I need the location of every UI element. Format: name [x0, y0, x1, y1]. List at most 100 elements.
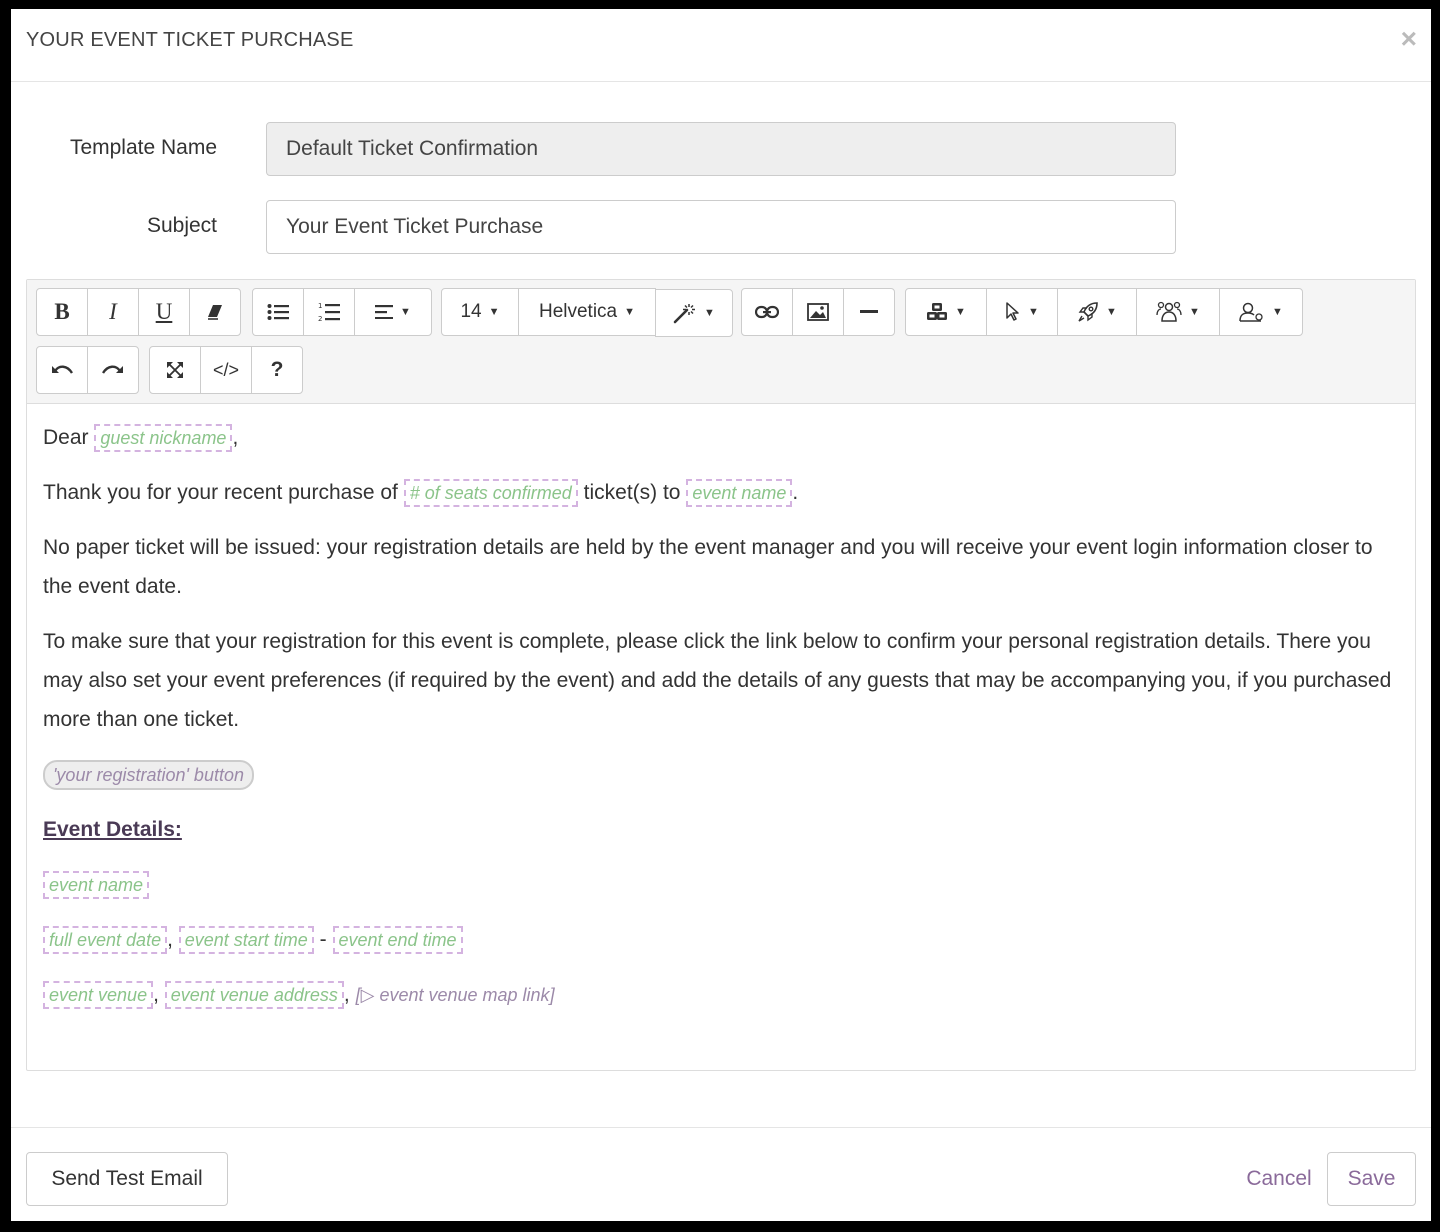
event-date-time-line: full event date, event start time - even…: [43, 920, 1399, 959]
send-test-email-button[interactable]: Send Test Email: [26, 1152, 228, 1206]
save-button[interactable]: Save: [1327, 1152, 1416, 1206]
undo-button[interactable]: [36, 346, 88, 394]
chevron-down-icon: ▼: [704, 307, 715, 319]
history-group: [36, 346, 139, 394]
help-button[interactable]: ?: [251, 346, 303, 394]
italic-label: I: [109, 299, 117, 324]
placeholder-event-name[interactable]: event name: [686, 479, 793, 507]
users-group-dropdown[interactable]: ▼: [1136, 288, 1220, 336]
editor-content[interactable]: Dear guest nickname, Thank you for your …: [27, 404, 1415, 1054]
make-sure-paragraph: To make sure that your registration for …: [43, 630, 1392, 731]
tickets-to-text: ticket(s) to: [583, 481, 681, 504]
placeholder-event-name-2[interactable]: event name: [43, 871, 150, 899]
chevron-down-icon: ▼: [1028, 306, 1039, 318]
cubes-icon: [926, 302, 948, 322]
font-family-dropdown[interactable]: Helvetica ▼: [518, 288, 656, 336]
rocket-icon: [1077, 301, 1099, 323]
magic-wand-icon: [673, 302, 697, 324]
bold-label: B: [54, 299, 70, 324]
placeholder-full-event-date[interactable]: full event date: [43, 926, 168, 954]
chevron-down-icon: ▼: [624, 306, 636, 318]
help-icon: ?: [270, 358, 284, 381]
dear-text: Dear: [43, 426, 89, 449]
link-button[interactable]: [741, 288, 793, 336]
code-icon: </>: [212, 359, 240, 380]
redo-button[interactable]: [87, 346, 139, 394]
registration-button-line: 'your registration' button: [43, 755, 1399, 794]
numbered-list-icon: 12: [318, 302, 340, 322]
paragraph-group: 12 ▼: [252, 288, 432, 336]
period-text: .: [792, 481, 799, 504]
pointer-dropdown[interactable]: ▼: [986, 288, 1058, 336]
comma-text: ,: [167, 928, 173, 951]
modal-header: YOUR EVENT TICKET PURCHASE ×: [11, 9, 1431, 82]
redo-icon: [102, 363, 124, 377]
close-button[interactable]: ×: [1401, 25, 1417, 53]
align-dropdown[interactable]: ▼: [354, 288, 432, 336]
modal-footer: Send Test Email Cancel Save: [11, 1127, 1431, 1222]
no-paper-paragraph: No paper ticket will be issued: your reg…: [43, 536, 1373, 598]
comma-text: ,: [232, 426, 239, 449]
font-group: 14 ▼ Helvetica ▼ ▼: [441, 288, 733, 337]
bullet-list-icon: [267, 303, 289, 321]
eraser-icon: [206, 304, 224, 320]
link-icon: [755, 305, 779, 319]
bullet-list-button[interactable]: [252, 288, 304, 336]
placeholder-event-start-time[interactable]: event start time: [178, 926, 314, 954]
email-template-modal: YOUR EVENT TICKET PURCHASE × Template Na…: [11, 9, 1431, 1221]
view-group: </> ?: [149, 346, 303, 394]
map-link-icon: ▷: [360, 985, 375, 1005]
placeholder-event-venue[interactable]: event venue: [43, 981, 154, 1009]
align-icon: [375, 305, 394, 319]
chevron-down-icon: ▼: [1272, 306, 1283, 318]
cubes-dropdown[interactable]: ▼: [905, 288, 987, 336]
placeholder-event-end-time[interactable]: event end time: [332, 926, 463, 954]
placeholder-event-venue-map-link[interactable]: [▷ event venue map link]: [356, 985, 555, 1005]
chevron-down-icon: ▼: [488, 306, 500, 318]
horizontal-rule-icon: [860, 310, 878, 314]
chevron-down-icon: ▼: [400, 306, 411, 318]
image-icon: [807, 303, 829, 321]
cancel-button[interactable]: Cancel: [1237, 1152, 1321, 1206]
horizontal-rule-button[interactable]: [843, 288, 895, 336]
fullscreen-button[interactable]: [149, 346, 201, 394]
event-details-heading: Event Details:: [43, 818, 182, 841]
modal-title: YOUR EVENT TICKET PURCHASE: [26, 29, 354, 51]
italic-button[interactable]: I: [87, 288, 139, 336]
custom-fields-group: ▼ ▼ ▼ ▼ ▼: [905, 288, 1303, 336]
placeholder-registration-button[interactable]: 'your registration' button: [43, 760, 254, 790]
image-button[interactable]: [792, 288, 844, 336]
subject-input[interactable]: [266, 200, 1176, 254]
numbered-list-button[interactable]: 12: [303, 288, 355, 336]
thank-you-line: Thank you for your recent purchase of # …: [43, 473, 1399, 512]
comma-text: ,: [153, 983, 159, 1006]
undo-icon: [51, 363, 73, 377]
underline-button[interactable]: U: [138, 288, 190, 336]
thank-you-text: Thank you for your recent purchase of: [43, 481, 398, 504]
placeholder-guest-nickname[interactable]: guest nickname: [94, 424, 233, 452]
event-details-heading-line: Event Details:: [43, 810, 1399, 849]
user-dropdown[interactable]: ▼: [1219, 288, 1303, 336]
code-view-button[interactable]: </>: [200, 346, 252, 394]
rich-text-editor: B I U 1 2 ▼ 14 ▼ Helvetica ▼ ▼ ▼ ▼ ▼ ▼ ▼…: [26, 279, 1416, 1071]
chevron-down-icon: ▼: [1189, 306, 1200, 318]
comma-text: ,: [343, 983, 350, 1006]
clear-format-button[interactable]: [189, 288, 241, 336]
font-size-dropdown[interactable]: 14 ▼: [441, 288, 519, 336]
chevron-down-icon: ▼: [955, 306, 966, 318]
bold-button[interactable]: B: [36, 288, 88, 336]
template-name-input[interactable]: [266, 122, 1176, 176]
rocket-dropdown[interactable]: ▼: [1057, 288, 1137, 336]
placeholder-seats-confirmed[interactable]: # of seats confirmed: [403, 479, 578, 507]
svg-text:1: 1: [318, 302, 322, 310]
font-size-value: 14: [460, 301, 482, 322]
template-name-row: Template Name: [11, 122, 1431, 176]
fullscreen-icon: [166, 361, 184, 379]
font-style-group: B I U: [36, 288, 241, 336]
dash-text: -: [319, 928, 327, 951]
subject-row: Subject: [11, 200, 1431, 254]
style-magic-dropdown[interactable]: ▼: [655, 289, 733, 337]
editor-toolbar: B I U 1 2 ▼ 14 ▼ Helvetica ▼ ▼ ▼ ▼ ▼ ▼ ▼…: [27, 280, 1415, 404]
event-venue-line: event venue, event venue address, [▷ eve…: [43, 975, 1399, 1015]
placeholder-event-venue-address[interactable]: event venue address: [164, 981, 344, 1009]
